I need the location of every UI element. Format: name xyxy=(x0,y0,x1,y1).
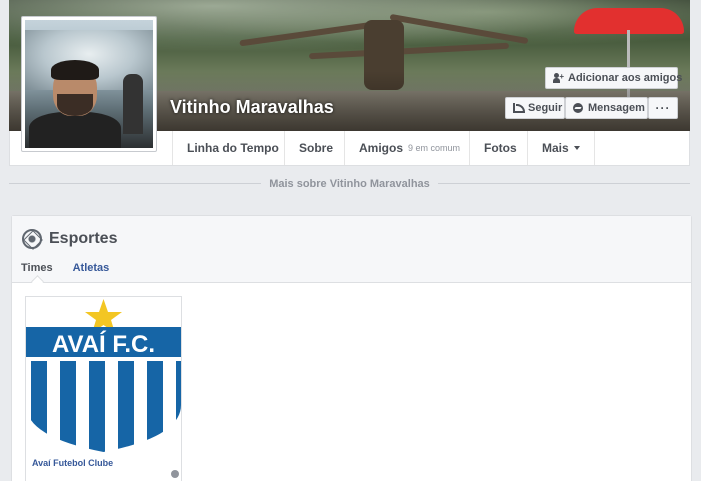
avai-crest-image: AVAÍ F.C. xyxy=(26,299,181,452)
sports-card: Esportes Times Atletas AVAÍ F.C. Avaí Fu… xyxy=(11,215,692,481)
rss-icon xyxy=(513,103,525,113)
profile-name[interactable]: Vitinho Maravalhas xyxy=(170,97,334,118)
more-options-button[interactable]: ··· xyxy=(648,97,678,119)
tab-photos-label: Fotos xyxy=(484,141,517,155)
sports-title: Esportes xyxy=(49,230,118,247)
caret-down-icon xyxy=(573,146,580,150)
globe-icon xyxy=(171,470,179,478)
avatar-hair xyxy=(51,60,99,80)
follow-label: Seguir xyxy=(528,102,563,114)
message-button[interactable]: Mensagem xyxy=(565,97,648,119)
tab-friends[interactable]: Amigos 9 em comum xyxy=(344,131,474,165)
message-label: Mensagem xyxy=(588,102,645,114)
tab-friends-label: Amigos xyxy=(359,141,404,155)
ellipsis-icon: ··· xyxy=(655,101,671,115)
tab-about[interactable]: Sobre xyxy=(284,131,347,165)
team-name[interactable]: Avaí Futebol Clube xyxy=(32,458,113,468)
sports-card-header: Esportes Times Atletas xyxy=(12,216,691,283)
tab-timeline-label: Linha do Tempo xyxy=(187,141,279,155)
tab-photos[interactable]: Fotos xyxy=(469,131,531,165)
sports-tabs: Times Atletas xyxy=(21,262,109,274)
avatar xyxy=(25,20,153,148)
tab-timeline[interactable]: Linha do Tempo xyxy=(172,131,293,165)
avatar-background-person xyxy=(123,74,143,134)
avatar-beard xyxy=(57,94,93,116)
follow-button[interactable]: Seguir xyxy=(505,97,565,119)
add-friend-label: Adicionar aos amigos xyxy=(568,72,683,84)
profile-picture[interactable] xyxy=(21,16,157,152)
tab-teams[interactable]: Times xyxy=(21,262,53,274)
tab-athletes[interactable]: Atletas xyxy=(73,262,110,274)
tab-about-label: Sobre xyxy=(299,141,334,155)
add-friend-button[interactable]: + Adicionar aos amigos xyxy=(545,67,682,89)
messenger-icon xyxy=(573,103,583,113)
tab-more-label: Mais xyxy=(542,141,569,155)
more-about-divider: Mais sobre Vitinho Maravalhas xyxy=(9,176,690,190)
tab-more[interactable]: Mais xyxy=(527,131,595,165)
more-about-label: Mais sobre Vitinho Maravalhas xyxy=(261,178,438,190)
soccer-ball-icon xyxy=(22,229,42,249)
avatar-body xyxy=(29,112,121,148)
add-friend-icon: + xyxy=(553,73,564,83)
crest-text: AVAÍ F.C. xyxy=(52,330,155,358)
team-tile[interactable]: AVAÍ F.C. Avaí Futebol Clube xyxy=(25,296,182,481)
mutual-friends-count: 9 em comum xyxy=(408,143,461,153)
